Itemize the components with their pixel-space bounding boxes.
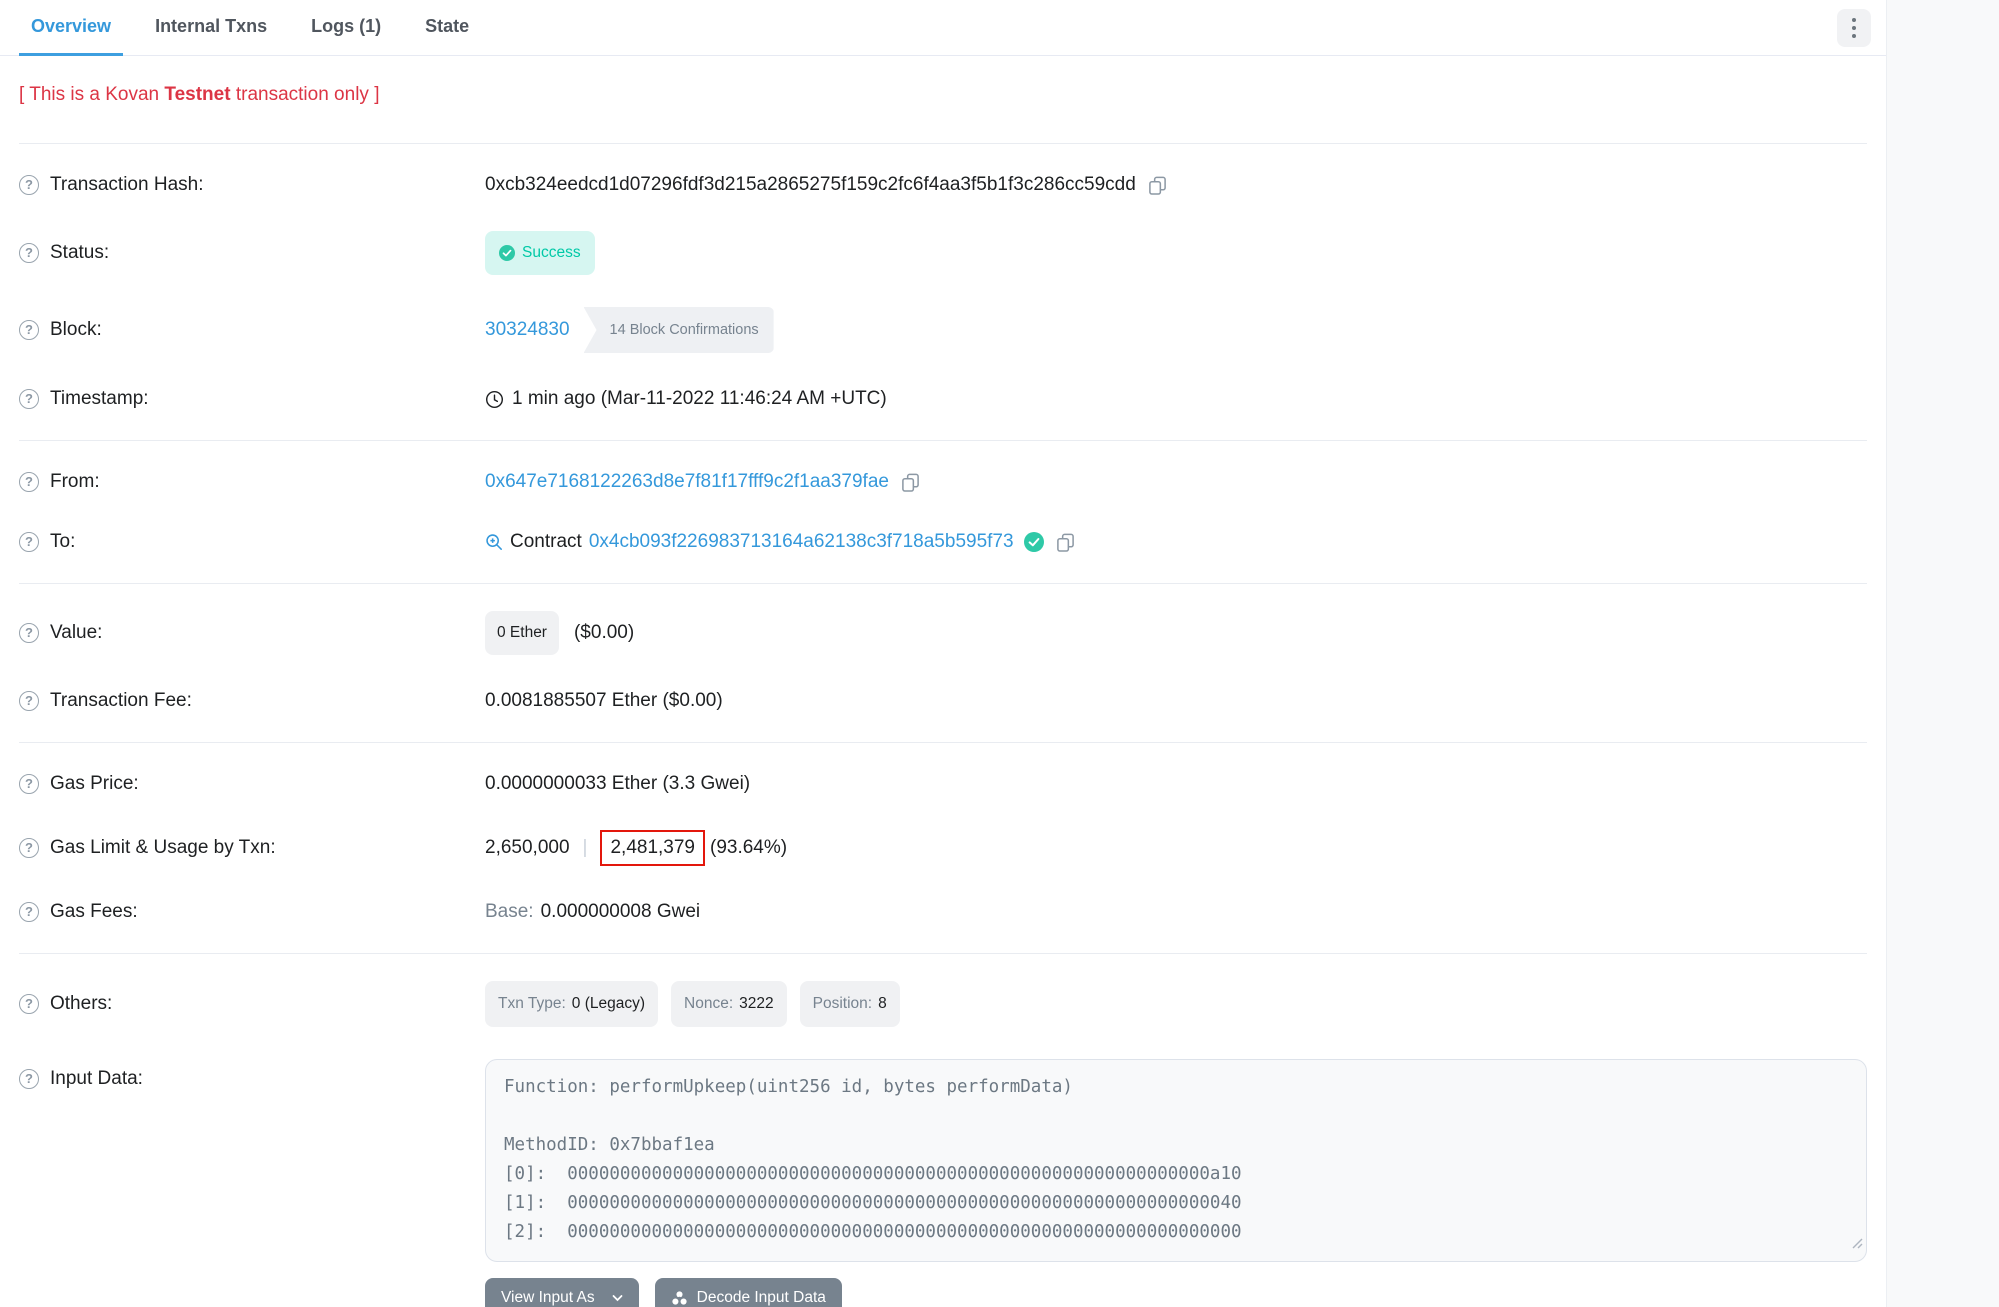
gas-price-row: Gas Price: 0.0000000033 Ether (3.3 Gwei): [19, 754, 1867, 814]
help-icon[interactable]: [19, 243, 39, 263]
gas-separator: |: [583, 834, 588, 862]
gas-used-percent: (93.64%): [710, 834, 787, 862]
help-icon[interactable]: [19, 838, 39, 858]
divider: [19, 742, 1867, 743]
help-icon[interactable]: [19, 389, 39, 409]
transaction-fee-value: 0.0081885507 Ether ($0.00): [485, 687, 723, 715]
copy-hash-button[interactable]: [1148, 176, 1167, 195]
decode-input-data-button[interactable]: Decode Input Data: [655, 1278, 842, 1307]
status-label: Status:: [19, 239, 485, 267]
to-address-link[interactable]: 0x4cb093f226983713164a62138c3f718a5b595f…: [589, 528, 1014, 556]
gas-limit-usage-row: Gas Limit & Usage by Txn: 2,650,000 | 2,…: [19, 814, 1867, 882]
to-label: To:: [19, 528, 485, 556]
input-data-actions: View Input As Decode Input Data: [485, 1278, 1867, 1307]
from-row: From: 0x647e7168122263d8e7f81f17fff9c2f1…: [19, 452, 1867, 512]
others-label: Others:: [19, 990, 485, 1018]
decode-icon: [671, 1290, 688, 1307]
clock-icon: [485, 390, 504, 409]
block-number-link[interactable]: 30324830: [485, 316, 570, 344]
tabs: Overview Internal Txns Logs (1) State: [19, 0, 501, 56]
gas-fees-label: Gas Fees:: [19, 898, 485, 926]
nonce-badge: Nonce: 3222: [671, 981, 787, 1027]
transaction-page: Overview Internal Txns Logs (1) State [ …: [0, 0, 1999, 1307]
help-icon[interactable]: [19, 175, 39, 195]
timestamp-label: Timestamp:: [19, 385, 485, 413]
value-amount-badge: 0 Ether: [485, 611, 559, 655]
resize-handle[interactable]: [1850, 1230, 1863, 1258]
more-options-button[interactable]: [1837, 9, 1871, 47]
input-data-content: Function: performUpkeep(uint256 id, byte…: [504, 1073, 1848, 1247]
position-badge: Position: 8: [800, 981, 900, 1027]
zoom-in-icon[interactable]: [485, 533, 503, 551]
copy-icon: [1056, 533, 1075, 552]
timestamp-row: Timestamp: 1 min ago (Mar-11-2022 11:46:…: [19, 369, 1867, 429]
transaction-fee-row: Transaction Fee: 0.0081885507 Ether ($0.…: [19, 671, 1867, 731]
help-icon[interactable]: [19, 994, 39, 1014]
transaction-hash-row: Transaction Hash: 0xcb324eedcd1d07296fdf…: [19, 155, 1867, 215]
input-data-label: Input Data:: [19, 1059, 485, 1093]
status-badge: Success: [485, 231, 595, 275]
help-icon[interactable]: [19, 902, 39, 922]
input-data-row: Input Data: Function: performUpkeep(uint…: [19, 1043, 1867, 1307]
divider: [19, 583, 1867, 584]
help-icon[interactable]: [19, 691, 39, 711]
copy-to-address-button[interactable]: [1056, 533, 1075, 552]
chevron-down-icon: [612, 1294, 623, 1302]
kebab-icon: [1852, 18, 1856, 22]
input-data-textarea[interactable]: Function: performUpkeep(uint256 id, byte…: [485, 1059, 1867, 1262]
verified-check-icon: [1024, 532, 1044, 552]
help-icon[interactable]: [19, 774, 39, 794]
check-circle-icon: [499, 245, 515, 261]
tab-logs[interactable]: Logs (1): [299, 0, 393, 56]
gas-limit-value: 2,650,000: [485, 834, 570, 862]
value-usd: ($0.00): [574, 619, 634, 647]
value-label: Value:: [19, 619, 485, 647]
transaction-overview-card: Overview Internal Txns Logs (1) State [ …: [0, 0, 1887, 1307]
divider: [19, 440, 1867, 441]
divider: [19, 143, 1867, 144]
from-address-link[interactable]: 0x647e7168122263d8e7f81f17fff9c2f1aa379f…: [485, 468, 889, 496]
testnet-notice-suffix: transaction only ]: [231, 84, 380, 105]
gas-limit-usage-label: Gas Limit & Usage by Txn:: [19, 834, 485, 862]
gas-fees-row: Gas Fees: Base: 0.000000008 Gwei: [19, 882, 1867, 942]
tab-bar: Overview Internal Txns Logs (1) State: [0, 0, 1886, 56]
copy-icon: [1148, 176, 1167, 195]
from-label: From:: [19, 468, 485, 496]
tab-state[interactable]: State: [413, 0, 481, 56]
transaction-hash-label: Transaction Hash:: [19, 171, 485, 199]
help-icon[interactable]: [19, 1069, 39, 1089]
help-icon[interactable]: [19, 320, 39, 340]
gas-used-highlight-box: 2,481,379: [600, 830, 705, 866]
tab-overview[interactable]: Overview: [19, 0, 123, 56]
gas-price-label: Gas Price:: [19, 770, 485, 798]
testnet-notice-bold: Testnet: [164, 84, 230, 105]
block-confirmations-badge: 14 Block Confirmations: [584, 307, 774, 353]
copy-from-address-button[interactable]: [901, 473, 920, 492]
tab-internal-txns[interactable]: Internal Txns: [143, 0, 279, 56]
help-icon[interactable]: [19, 532, 39, 552]
txn-type-badge: Txn Type: 0 (Legacy): [485, 981, 658, 1027]
testnet-notice-prefix: [ This is a Kovan: [19, 84, 164, 105]
contract-verified-badge: [1024, 532, 1044, 552]
others-row: Others: Txn Type: 0 (Legacy) Nonce: 3222…: [19, 965, 1867, 1043]
transaction-hash-value: 0xcb324eedcd1d07296fdf3d215a2865275f159c…: [485, 171, 1136, 199]
to-contract-word: Contract: [510, 528, 582, 556]
testnet-notice: [ This is a Kovan Testnet transaction on…: [19, 56, 1867, 132]
transaction-fee-label: Transaction Fee:: [19, 687, 485, 715]
gas-fees-base-value: 0.000000008 Gwei: [541, 898, 701, 926]
block-row: Block: 30324830 14 Block Confirmations: [19, 291, 1867, 369]
help-icon[interactable]: [19, 472, 39, 492]
block-label: Block:: [19, 316, 485, 344]
gas-price-value: 0.0000000033 Ether (3.3 Gwei): [485, 770, 750, 798]
timestamp-value: 1 min ago (Mar-11-2022 11:46:24 AM +UTC): [512, 385, 887, 413]
status-row: Status: Success: [19, 215, 1867, 291]
to-row: To: Contract 0x4cb093f226983713164a62138…: [19, 512, 1867, 572]
divider: [19, 953, 1867, 954]
gas-fees-base-label: Base:: [485, 898, 534, 926]
copy-icon: [901, 473, 920, 492]
value-row: Value: 0 Ether ($0.00): [19, 595, 1867, 671]
help-icon[interactable]: [19, 623, 39, 643]
view-input-as-button[interactable]: View Input As: [485, 1278, 639, 1307]
